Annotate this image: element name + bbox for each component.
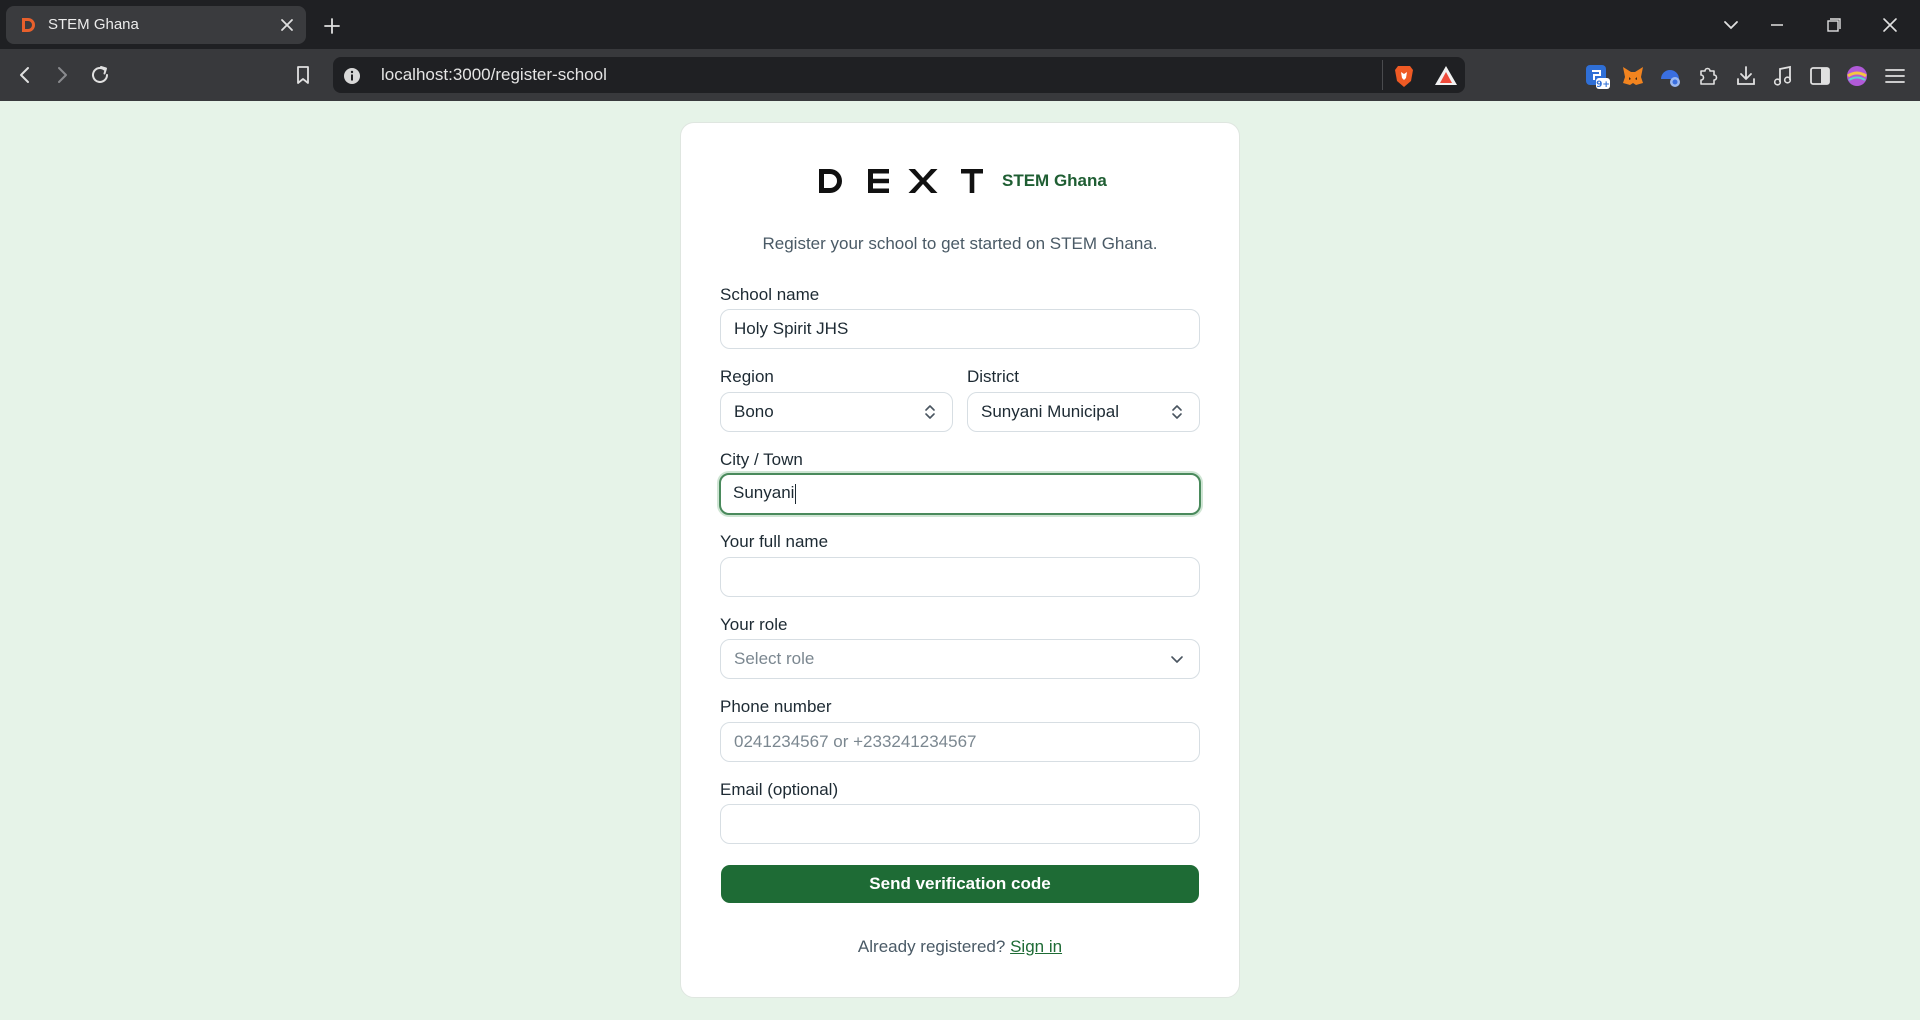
role-label: Your role [720,615,788,634]
email-input[interactable] [720,804,1200,844]
dext-logo [819,169,983,193]
minimize-icon[interactable] [1764,13,1790,37]
browser-tab[interactable]: STEM Ghana [6,6,306,44]
phone-placeholder: 0241234567 or +233241234567 [734,732,977,751]
city-value: Sunyani [733,483,795,502]
tab-list-chevron-icon[interactable] [1718,13,1744,37]
brave-shields-icon[interactable] [1392,63,1416,89]
school-name-label: School name [720,285,820,304]
region-label: Region [720,367,774,386]
already-registered-text: Already registered? [857,937,1006,956]
profile-avatar-icon[interactable] [1844,63,1870,89]
back-icon[interactable] [12,62,38,88]
form-subtitle: Register your school to get started on S… [762,234,1158,253]
region-select[interactable]: Bono [720,392,953,432]
extensions-puzzle-icon[interactable] [1695,63,1721,89]
menu-hamburger-icon[interactable] [1882,63,1908,89]
full-name-label: Your full name [720,532,829,551]
browser-tab-strip: STEM Ghana [0,0,1920,49]
city-input[interactable]: Sunyani [719,473,1201,515]
brand-name: STEM Ghana [1002,171,1107,190]
dext-favicon-icon [22,18,35,32]
role-placeholder: Select role [734,649,815,668]
full-name-input[interactable] [720,557,1200,597]
close-tab-icon[interactable] [277,15,297,35]
close-window-icon[interactable] [1877,13,1903,37]
select-updown-icon [1172,405,1182,419]
phone-label: Phone number [720,697,832,716]
new-tab-icon[interactable] [320,14,344,38]
chevron-down-icon [1171,656,1183,663]
restore-icon[interactable] [1820,13,1846,37]
tab-title: STEM Ghana [48,16,139,33]
school-name-input[interactable]: Holy Spirit JHS [720,309,1200,349]
send-verification-code-button[interactable]: Send verification code [721,865,1199,903]
media-playlist-icon[interactable] [1770,63,1796,89]
sign-in-link[interactable]: Sign in [1010,937,1062,956]
region-value: Bono [734,402,774,421]
forward-icon[interactable] [49,62,75,88]
phone-input[interactable]: 0241234567 or +233241234567 [720,722,1200,762]
district-value: Sunyani Municipal [981,402,1119,421]
email-label: Email (optional) [720,780,839,799]
url-text: localhost:3000/register-school [381,65,607,84]
city-label: City / Town [720,450,803,469]
vpn-extension-icon[interactable] [1657,63,1683,89]
svg-text:9+: 9+ [1596,80,1610,89]
select-updown-icon [925,405,935,419]
signin-prompt: Already registered? Sign in [680,937,1240,957]
site-info-icon[interactable] [342,66,362,86]
metamask-fox-icon[interactable] [1620,63,1646,89]
address-bar-divider [1382,60,1383,90]
role-select[interactable]: Select role [720,639,1200,679]
bookmark-icon[interactable] [290,62,316,88]
school-name-value: Holy Spirit JHS [734,319,849,338]
sidebar-toggle-icon[interactable] [1807,63,1833,89]
district-label: District [967,367,1019,386]
brave-rewards-icon[interactable] [1433,64,1459,88]
text-cursor [795,483,797,504]
reload-icon[interactable] [87,62,113,88]
downloads-icon[interactable] [1733,63,1759,89]
extension-badge-icon[interactable]: 9+ [1584,63,1610,89]
district-select[interactable]: Sunyani Municipal [967,392,1200,432]
